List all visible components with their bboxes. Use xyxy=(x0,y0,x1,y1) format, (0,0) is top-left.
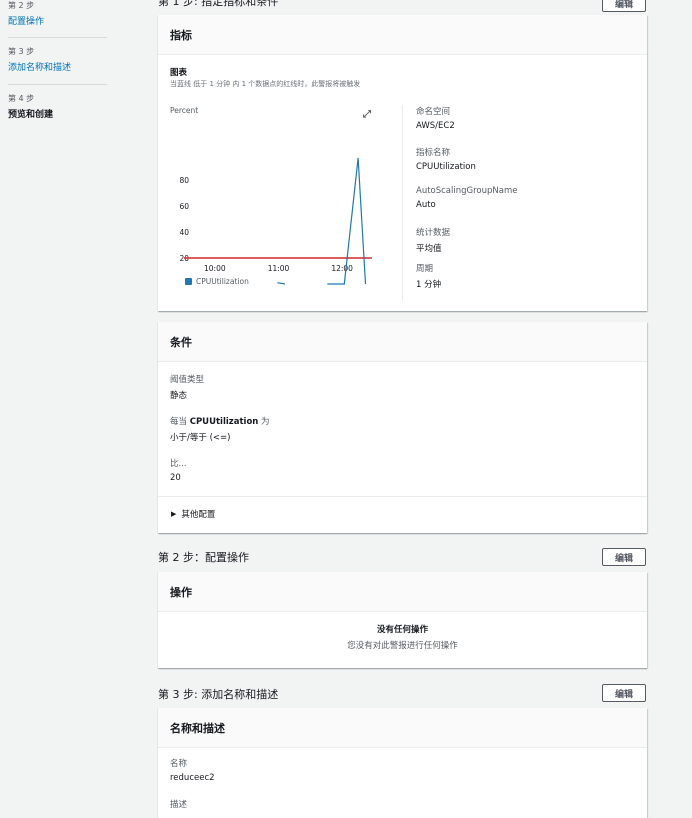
column-divider xyxy=(402,105,403,301)
empty-actions-title: 没有任何操作 xyxy=(376,625,428,635)
than-value: 20 xyxy=(170,473,181,483)
detail-label: 命名空间 xyxy=(416,107,451,117)
conditions-card: 条件 阈值类型 静态 每当 CPUUtilization 为 小于/等于 (<=… xyxy=(158,322,647,533)
detail-label: AutoScalingGroupName xyxy=(416,186,518,196)
than-label: 比... xyxy=(170,459,187,469)
nav-step-number: 第 3 步 xyxy=(8,47,35,56)
nav-step-2[interactable]: 第 2 步 配置操作 xyxy=(8,0,44,27)
actions-card-header: 操作 xyxy=(158,572,647,612)
x-tick-label: 10:00 xyxy=(204,264,226,273)
detail-label: 周期 xyxy=(416,264,434,274)
whenever-suffix: 为 xyxy=(258,417,270,427)
legend-label: CPUUtilization xyxy=(196,277,249,286)
empty-actions-desc: 您没有对此警报进行任何操作 xyxy=(347,641,458,651)
step3-edit-button[interactable]: 编辑 xyxy=(602,684,646,702)
whenever-metric: CPUUtilization xyxy=(189,417,259,427)
detail-metric-name: 指标名称 CPUUtilization xyxy=(416,146,517,186)
caret-right-icon: ▶ xyxy=(171,510,177,518)
detail-statistic: 统计数据 平均值 xyxy=(416,226,517,262)
x-tick-label: 11:00 xyxy=(268,264,290,273)
whenever-condition: 每当 CPUUtilization 为 小于/等于 (<=) xyxy=(170,415,270,443)
operator-value: 小于/等于 (<=) xyxy=(170,433,231,443)
alarm-name-value: reduceec2 xyxy=(170,773,215,783)
name-desc-card: 名称和描述 名称 reduceec2 描述 xyxy=(158,708,647,818)
chart-legend: CPUUtilization xyxy=(185,277,249,286)
detail-value: 1 分钟 xyxy=(416,280,442,290)
step1-edit-button[interactable]: 编辑 xyxy=(602,0,646,12)
detail-value: CPUUtilization xyxy=(416,162,476,172)
name-desc-card-header: 名称和描述 xyxy=(158,708,647,748)
detail-value: Auto xyxy=(416,200,436,210)
threshold-type-value: 静态 xyxy=(170,391,188,401)
detail-value: AWS/EC2 xyxy=(416,121,455,131)
step2-edit-button[interactable]: 编辑 xyxy=(602,548,646,566)
series-line xyxy=(277,282,286,285)
nav-divider xyxy=(8,37,107,38)
metric-details: 命名空间 AWS/EC2 指标名称 CPUUtilization AutoSca… xyxy=(416,105,517,298)
step1-title: 第 1 步: 指定指标和条件 xyxy=(158,0,279,8)
detail-label: 指标名称 xyxy=(416,148,451,158)
card-divider xyxy=(158,496,647,497)
alarm-name: 名称 reduceec2 xyxy=(170,757,215,783)
detail-namespace: 命名空间 AWS/EC2 xyxy=(416,105,517,146)
step3-title: 第 3 步: 添加名称和描述 xyxy=(158,688,279,701)
detail-value: 平均值 xyxy=(416,244,442,254)
whenever-label: 每当 CPUUtilization 为 xyxy=(170,415,270,427)
threshold-type-label: 阈值类型 xyxy=(170,375,205,385)
nav-step-3[interactable]: 第 3 步 添加名称和描述 xyxy=(8,46,71,73)
than-condition: 比... 20 xyxy=(170,457,187,483)
additional-config-label: 其他配置 xyxy=(181,510,216,520)
nav-step-4: 第 4 步 预览和创建 xyxy=(8,93,53,120)
actions-card: 操作 没有任何操作 您没有对此警报进行任何操作 xyxy=(158,572,647,668)
nav-divider xyxy=(8,84,107,85)
nav-step-link-configure-actions[interactable]: 配置操作 xyxy=(8,14,44,27)
y-tick-label: 80 xyxy=(179,176,189,185)
step2-title: 第 2 步：配置操作 xyxy=(158,551,249,564)
y-tick-label: 60 xyxy=(179,202,189,211)
legend-swatch-icon xyxy=(185,278,192,285)
alarm-desc-label: 描述 xyxy=(170,800,188,810)
additional-config-toggle[interactable]: ▶ 其他配置 xyxy=(171,508,215,520)
detail-asg-name: AutoScalingGroupName Auto xyxy=(416,186,517,226)
nav-step-current-preview: 预览和创建 xyxy=(8,110,54,120)
metric-card: 指标 图表 当蓝线 低于 1 分钟 内 1 个数据点的红线时，此警报将被触发 P… xyxy=(158,15,647,311)
nav-step-link-add-name[interactable]: 添加名称和描述 xyxy=(8,60,71,73)
metric-chart: 2040608010:0011:0012:00 xyxy=(179,157,372,285)
alarm-name-label: 名称 xyxy=(170,759,188,769)
detail-period: 周期 1 分钟 xyxy=(416,262,517,298)
nav-step-number: 第 2 步 xyxy=(8,1,35,10)
detail-label: 统计数据 xyxy=(416,228,451,238)
alarm-description: 描述 xyxy=(170,798,187,810)
threshold-type: 阈值类型 静态 xyxy=(170,373,204,401)
nav-step-number: 第 4 步 xyxy=(8,94,35,103)
conditions-card-header: 条件 xyxy=(158,322,647,362)
x-tick-label: 12:00 xyxy=(331,264,353,273)
y-tick-label: 40 xyxy=(179,228,189,237)
whenever-prefix: 每当 xyxy=(170,417,190,427)
